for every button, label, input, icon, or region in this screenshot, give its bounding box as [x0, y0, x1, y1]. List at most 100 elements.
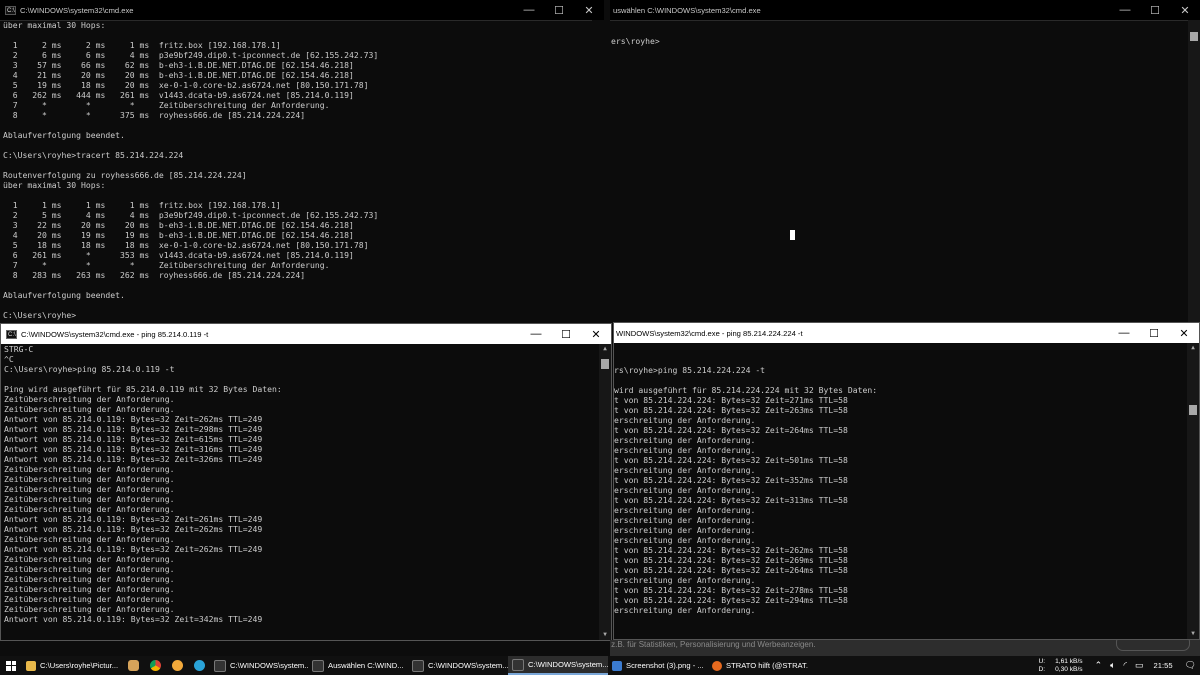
- scrollbar[interactable]: ▲ ▼: [1187, 343, 1199, 639]
- net-speed-values[interactable]: 1,61 kB/s 0,30 kB/s: [1055, 658, 1083, 674]
- wifi-icon[interactable]: ◜: [1124, 660, 1128, 671]
- cmd-icon: [214, 659, 226, 672]
- console-line: Zeitüberschreitung der Anforderung.: [4, 494, 175, 504]
- console-line: erschreitung der Anforderung.: [614, 575, 756, 585]
- clock[interactable]: 21:55: [1154, 661, 1173, 670]
- console-line: 3 22 ms 20 ms 20 ms b-eh3-i.B.DE.NET.DTA…: [3, 220, 354, 230]
- net-speed-labels: U: D:: [1038, 658, 1045, 674]
- maximize-icon[interactable]: ☐: [1139, 323, 1169, 343]
- close-icon[interactable]: ✕: [581, 324, 611, 344]
- console-window-bottom-left[interactable]: C:\ C:\WINDOWS\system32\cmd.exe - ping 8…: [0, 323, 612, 641]
- console-line: 6 262 ms 444 ms 261 ms v1443.dcata-b9.as…: [3, 90, 354, 100]
- cmd-icon: [312, 659, 324, 672]
- taskbar-app-label: Screenshot (3).png - ...: [626, 661, 704, 670]
- title-bar[interactable]: uswählen C:\WINDOWS\system32\cmd.exe — ☐…: [610, 0, 1200, 21]
- cookie-button[interactable]: [1116, 640, 1190, 651]
- taskbar-app-label: C:\WINDOWS\system...: [230, 661, 308, 670]
- console-line: Antwort von 85.214.0.119: Bytes=32 Zeit=…: [4, 544, 263, 554]
- title-bar[interactable]: C:\ C:\WINDOWS\system32\cmd.exe — ☐ ✕: [0, 0, 604, 21]
- cmd-icon: [512, 658, 524, 671]
- console-line: Zeitüberschreitung der Anforderung.: [4, 474, 175, 484]
- console-line: Zeitüberschreitung der Anforderung.: [4, 504, 175, 514]
- scrollbar-thumb[interactable]: [1190, 32, 1198, 41]
- cmd-icon: C:\: [6, 329, 17, 339]
- battery-icon[interactable]: ▭: [1135, 660, 1144, 671]
- pinned-app-icon[interactable]: [166, 656, 188, 675]
- scrollbar-thumb[interactable]: [601, 359, 609, 369]
- console-line: Antwort von 85.214.0.119: Bytes=32 Zeit=…: [4, 434, 263, 444]
- edge-icon[interactable]: [188, 656, 210, 675]
- title-bar[interactable]: WINDOWS\system32\cmd.exe - ping 85.214.2…: [614, 323, 1199, 343]
- close-icon[interactable]: ✕: [1170, 0, 1200, 20]
- console-line: 6 261 ms * 353 ms v1443.dcata-b9.as6724.…: [3, 250, 354, 260]
- taskbar-app-label: STRATO hilft (@STRAT...: [726, 661, 808, 670]
- cmd-icon: C:\: [5, 5, 16, 15]
- console-line: STRG-C: [4, 344, 34, 354]
- taskbar-app-photos[interactable]: Screenshot (3).png - ...: [608, 656, 708, 675]
- notification-icon[interactable]: 🗨︎: [1185, 660, 1196, 671]
- console-line: Ablaufverfolgung beendet.: [3, 290, 125, 300]
- console-line: Ablaufverfolgung beendet.: [3, 130, 125, 140]
- console-line: Antwort von 85.214.0.119: Bytes=32 Zeit=…: [4, 454, 263, 464]
- scrollbar-thumb[interactable]: [1189, 405, 1197, 415]
- console-line: t von 85.214.224.224: Bytes=32 Zeit=278m…: [614, 585, 848, 595]
- console-line: 1 2 ms 2 ms 1 ms fritz.box [192.168.178.…: [3, 40, 281, 50]
- taskbar-app-cmd-2[interactable]: Auswählen C:\WIND...: [308, 656, 408, 675]
- console-line: t von 85.214.224.224: Bytes=32 Zeit=313m…: [614, 495, 848, 505]
- download-speed: 0,30 kB/s: [1055, 665, 1083, 673]
- close-icon[interactable]: ✕: [574, 0, 604, 20]
- scrollbar[interactable]: [592, 20, 604, 322]
- console-window-top-left[interactable]: C:\ C:\WINDOWS\system32\cmd.exe — ☐ ✕ üb…: [0, 0, 604, 322]
- maximize-icon[interactable]: ☐: [551, 324, 581, 344]
- maximize-icon[interactable]: ☐: [544, 0, 574, 20]
- taskbar-app-cmd-1[interactable]: C:\WINDOWS\system...: [210, 656, 308, 675]
- console-line: erschreitung der Anforderung.: [614, 415, 756, 425]
- scrollbar[interactable]: [1188, 20, 1200, 322]
- minimize-icon[interactable]: —: [1109, 323, 1139, 343]
- pinned-app-icon[interactable]: [122, 656, 144, 675]
- text-cursor: [790, 230, 795, 240]
- taskbar-app-explorer[interactable]: C:\Users\royhe\Pictur...: [22, 656, 122, 675]
- console-line: 7 * * * Zeitüberschreitung der Anforderu…: [3, 260, 330, 270]
- taskbar-app-firefox[interactable]: STRATO hilft (@STRAT...: [708, 656, 808, 675]
- console-line: C:\Users\royhe>tracert 85.214.224.224: [3, 150, 184, 160]
- console-line: t von 85.214.224.224: Bytes=32 Zeit=264m…: [614, 425, 848, 435]
- chrome-icon[interactable]: [144, 656, 166, 675]
- console-window-bottom-right[interactable]: WINDOWS\system32\cmd.exe - ping 85.214.2…: [613, 322, 1200, 640]
- minimize-icon[interactable]: —: [521, 324, 551, 344]
- console-line: t von 85.214.224.224: Bytes=32 Zeit=269m…: [614, 555, 848, 565]
- scrollbar-thumb[interactable]: [594, 20, 602, 40]
- console-line: Antwort von 85.214.0.119: Bytes=32 Zeit=…: [4, 614, 263, 624]
- taskbar-app-label: Auswählen C:\WIND...: [328, 661, 404, 670]
- taskbar-app-label: C:\Users\royhe\Pictur...: [40, 661, 119, 670]
- scroll-up-icon[interactable]: ▲: [599, 344, 611, 354]
- scroll-down-icon[interactable]: ▼: [599, 630, 611, 640]
- console-line: t von 85.214.224.224: Bytes=32 Zeit=294m…: [614, 595, 848, 605]
- console-line: 1 1 ms 1 ms 1 ms fritz.box [192.168.178.…: [3, 200, 281, 210]
- maximize-icon[interactable]: ☐: [1140, 0, 1170, 20]
- window-title: C:\WINDOWS\system32\cmd.exe - ping 85.21…: [21, 329, 209, 339]
- scroll-down-icon[interactable]: ▼: [1187, 629, 1199, 639]
- console-line: erschreitung der Anforderung.: [614, 535, 756, 545]
- console-window-top-right[interactable]: uswählen C:\WINDOWS\system32\cmd.exe — ☐…: [610, 0, 1200, 322]
- minimize-icon[interactable]: —: [1110, 0, 1140, 20]
- scroll-up-icon[interactable]: ▲: [1187, 343, 1199, 353]
- chevron-up-icon[interactable]: ⌃: [1095, 660, 1103, 671]
- minimize-icon[interactable]: —: [514, 0, 544, 20]
- volume-icon[interactable]: 🔈︎: [1110, 660, 1115, 671]
- console-line: 2 5 ms 4 ms 4 ms p3e9bf249.dip0.t-ipconn…: [3, 210, 379, 220]
- background-browser-strip: Cookies z.B. für Statistiken, Personalis…: [610, 640, 1200, 656]
- taskbar-app-cmd-4[interactable]: C:\WINDOWS\system...: [508, 656, 608, 675]
- system-tray: U: D: 1,61 kB/s 0,30 kB/s ⌃ 🔈︎ ◜ ▭ 21:55…: [1038, 656, 1200, 675]
- scrollbar[interactable]: ▲ ▼: [599, 344, 611, 640]
- taskbar-app-cmd-3[interactable]: C:\WINDOWS\system...: [408, 656, 508, 675]
- console-line: t von 85.214.224.224: Bytes=32 Zeit=271m…: [614, 395, 848, 405]
- start-button[interactable]: [0, 656, 22, 675]
- title-bar[interactable]: C:\ C:\WINDOWS\system32\cmd.exe - ping 8…: [1, 324, 611, 344]
- close-icon[interactable]: ✕: [1169, 323, 1199, 343]
- console-line: Zeitüberschreitung der Anforderung.: [4, 604, 175, 614]
